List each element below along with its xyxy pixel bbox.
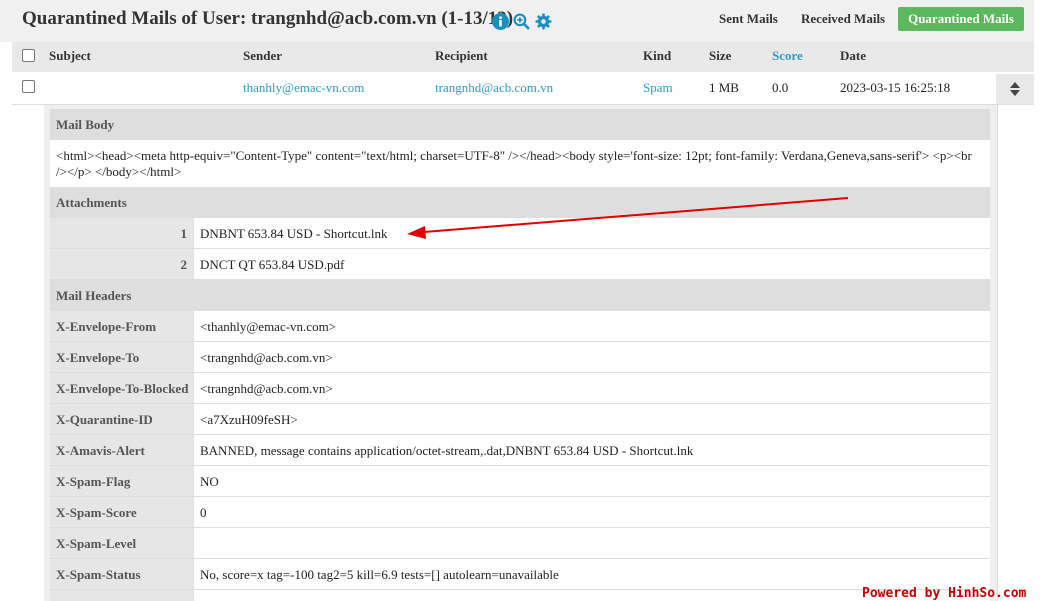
annotation-arrow [407, 197, 849, 239]
watermark-text: Powered by HinhSo.com [862, 586, 1027, 601]
